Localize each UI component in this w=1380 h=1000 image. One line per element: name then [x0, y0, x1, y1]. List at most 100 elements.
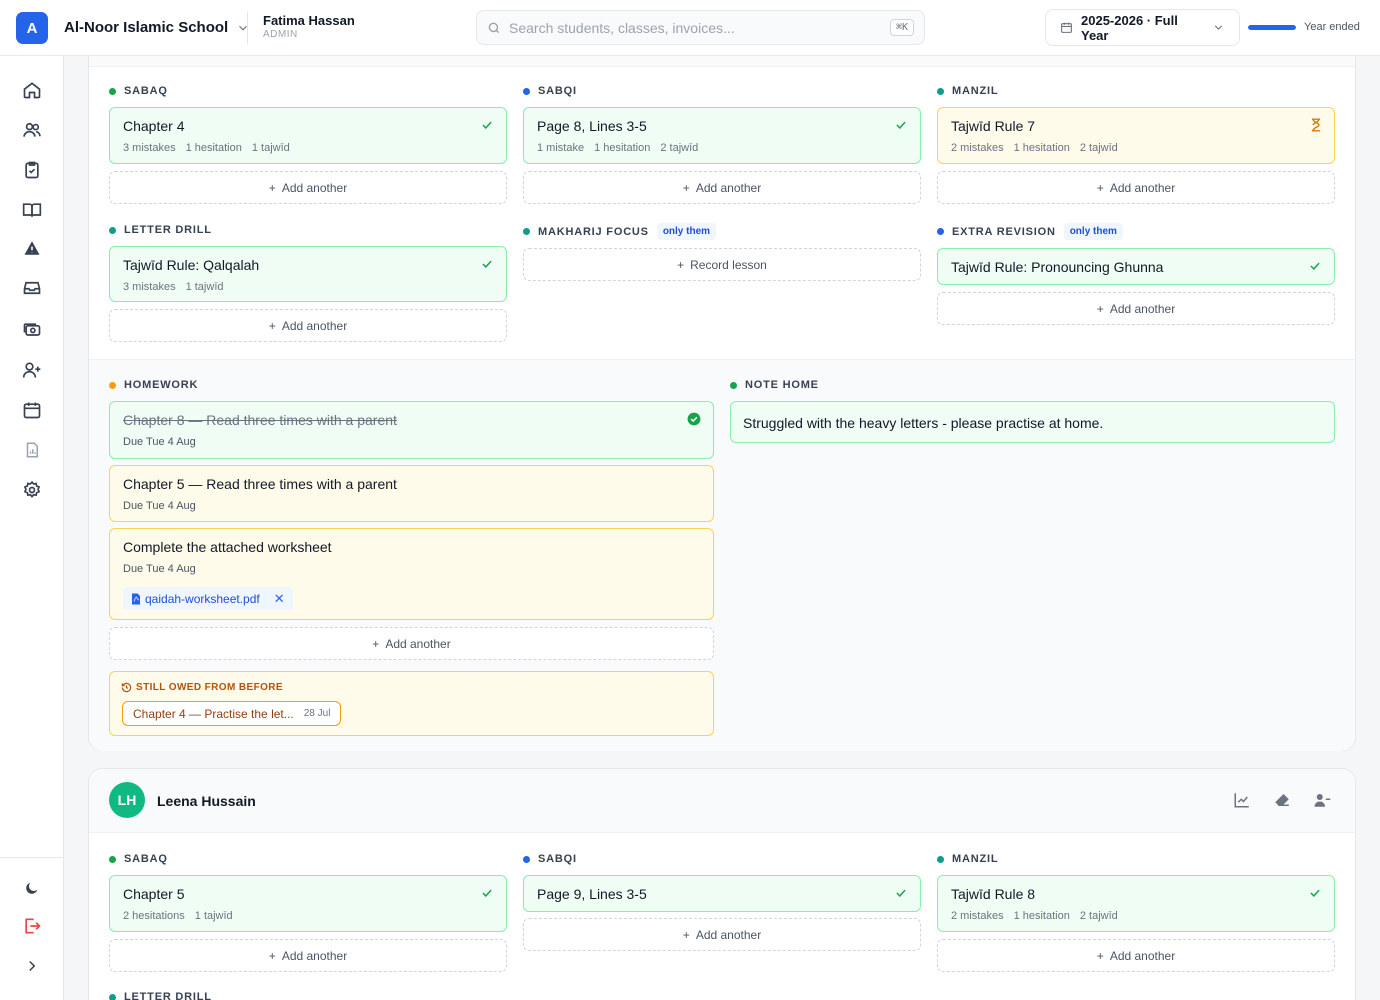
lesson-title: Tajwīd Rule 7 — [951, 118, 1036, 134]
alert-icon[interactable] — [20, 236, 44, 260]
homework-title: Chapter 5 — Read three times with a pare… — [123, 476, 397, 492]
moon-icon[interactable] — [20, 876, 44, 900]
calendar-icon[interactable] — [20, 398, 44, 422]
search-input[interactable]: Search students, classes, invoices... ⌘K — [476, 10, 925, 45]
history-icon — [121, 682, 132, 693]
add-another-button[interactable]: + Add another — [937, 171, 1335, 204]
add-another-button[interactable]: + Add another — [109, 939, 507, 972]
user-minus-icon[interactable] — [1313, 791, 1331, 809]
year-selector[interactable]: 2025-2026 · Full Year — [1045, 9, 1240, 46]
lesson-card[interactable]: Tajwīd Rule 8 2 mistakes 1 hesitation 2 ta… — [937, 875, 1335, 932]
school-logo[interactable]: A — [16, 12, 48, 44]
lesson-title: Tajwīd Rule 8 — [951, 886, 1036, 902]
check-icon — [1310, 889, 1320, 897]
section-letter-drill: LETTER DRILL — [109, 991, 212, 1000]
section-letter-drill: LETTER DRILL — [109, 224, 212, 236]
student-name[interactable]: Leena Hussain — [157, 793, 256, 809]
homework-item[interactable]: Chapter 5 — Read three times with a pare… — [109, 465, 714, 522]
school-switcher[interactable]: Al-Noor Islamic School — [64, 19, 250, 36]
search-placeholder: Search students, classes, invoices... — [509, 19, 735, 36]
check-icon — [896, 889, 906, 897]
check-circle-icon — [687, 412, 701, 426]
homework-title: Complete the attached worksheet — [123, 539, 332, 555]
section-sabqi: SABQI — [523, 853, 577, 865]
check-icon — [482, 121, 492, 129]
user-role: ADMIN — [263, 29, 298, 40]
lesson-meta: 2 mistakes 1 hesitation 2 tajwīd — [951, 142, 1118, 154]
lesson-meta: 2 mistakes 1 hesitation 2 tajwīd — [951, 910, 1118, 922]
homework-due: Due Tue 4 Aug — [123, 563, 196, 575]
sidebar-divider — [0, 857, 63, 858]
search-icon — [488, 22, 500, 33]
report-icon[interactable] — [20, 438, 44, 462]
add-another-button[interactable]: + Add another — [523, 171, 921, 204]
lesson-title: Page 8, Lines 3-5 — [537, 118, 647, 134]
main-content: SABAQ Chapter 4 3 mistakes 1 hesitation 1 … — [64, 56, 1380, 1000]
year-progress-fill — [1248, 25, 1296, 30]
homework-due: Due Tue 4 Aug — [123, 436, 196, 448]
header-divider — [247, 12, 248, 44]
lesson-card[interactable]: Page 8, Lines 3-5 1 mistake 1 hesitation 2… — [523, 107, 921, 164]
add-another-button[interactable]: + Add another — [109, 309, 507, 342]
attachment-chip[interactable]: qaidah-worksheet.pdf ✕ — [123, 587, 293, 610]
user-plus-icon[interactable] — [20, 358, 44, 382]
pdf-icon — [132, 593, 140, 604]
sidebar — [0, 56, 64, 1000]
top-bar: A Al-Noor Islamic School Fatima Hassan A… — [0, 0, 1380, 56]
homework-due: Due Tue 4 Aug — [123, 500, 196, 512]
chevron-right-icon[interactable] — [20, 954, 44, 978]
add-another-button[interactable]: + Add another — [109, 171, 507, 204]
lesson-meta: 3 mistakes 1 tajwīd — [123, 281, 224, 293]
section-sabaq: SABAQ — [109, 85, 168, 97]
section-extra-revision: EXTRA REVISION only them — [937, 223, 1123, 240]
student-card: LH Leena Hussain SABAQ Chapter 5 2 hesit… — [88, 768, 1356, 1000]
only-them-tag: only them — [656, 223, 717, 240]
attachment-name: qaidah-worksheet.pdf — [145, 591, 260, 606]
logout-icon[interactable] — [20, 914, 44, 938]
money-icon[interactable] — [20, 318, 44, 342]
users-icon[interactable] — [20, 118, 44, 142]
hourglass-icon — [1311, 118, 1321, 132]
chart-line-icon[interactable] — [1233, 791, 1251, 809]
lesson-card[interactable]: Tajwīd Rule: Pronouncing Ghunna — [937, 248, 1335, 285]
note-home-field[interactable]: Struggled with the heavy letters - pleas… — [730, 401, 1335, 443]
eraser-icon[interactable] — [1273, 791, 1291, 809]
lesson-title: Chapter 5 — [123, 886, 185, 902]
inbox-icon[interactable] — [20, 276, 44, 300]
add-another-button[interactable]: + Add another — [109, 627, 714, 660]
add-another-button[interactable]: + Add another — [937, 292, 1335, 325]
section-manzil: MANZIL — [937, 85, 998, 97]
check-icon — [1310, 262, 1320, 270]
school-name: Al-Noor Islamic School — [64, 19, 229, 36]
homework-item[interactable]: Complete the attached worksheet Due Tue … — [109, 528, 714, 620]
student-card: SABAQ Chapter 4 3 mistakes 1 hesitation 1 … — [88, 56, 1356, 751]
homework-item[interactable]: Chapter 8 — Read three times with a pare… — [109, 401, 714, 459]
lesson-card[interactable]: Page 9, Lines 3-5 — [523, 875, 921, 912]
year-label: 2025-2026 · Full Year — [1081, 12, 1178, 43]
lesson-card[interactable]: Tajwīd Rule 7 2 mistakes 1 hesitation 2 ta… — [937, 107, 1335, 164]
lesson-card[interactable]: Chapter 5 2 hesitations 1 tajwīd — [109, 875, 507, 932]
lesson-title: Page 9, Lines 3-5 — [537, 886, 647, 902]
chevron-down-icon — [239, 25, 248, 31]
clipboard-check-icon[interactable] — [20, 158, 44, 182]
remove-attachment-icon[interactable]: ✕ — [274, 591, 285, 607]
section-note-home: NOTE HOME — [730, 379, 819, 391]
add-another-button[interactable]: + Add another — [937, 939, 1335, 972]
lesson-title: Tajwīd Rule: Pronouncing Ghunna — [951, 259, 1164, 275]
lesson-card[interactable]: Chapter 4 3 mistakes 1 hesitation 1 tajwīd — [109, 107, 507, 164]
still-owed-panel: STILL OWED FROM BEFORE Chapter 4 — Pract… — [109, 671, 714, 736]
student-actions — [1233, 791, 1331, 809]
owed-homework-chip[interactable]: Chapter 4 — Practise the let... 28 Jul — [122, 701, 342, 726]
lesson-card[interactable]: Tajwīd Rule: Qalqalah 3 mistakes 1 tajwīd — [109, 246, 507, 302]
year-status: Year ended — [1304, 21, 1360, 33]
section-homework: HOMEWORK — [109, 379, 198, 391]
book-icon[interactable] — [20, 198, 44, 222]
record-lesson-button[interactable]: + Record lesson — [523, 248, 921, 281]
gear-icon[interactable] — [20, 478, 44, 502]
section-sabqi: SABQI — [523, 85, 577, 97]
check-icon — [482, 889, 492, 897]
home-icon[interactable] — [20, 78, 44, 102]
homework-title: Chapter 8 — Read three times with a pare… — [123, 412, 397, 428]
add-another-button[interactable]: + Add another — [523, 918, 921, 951]
card-header-band — [89, 56, 1355, 67]
